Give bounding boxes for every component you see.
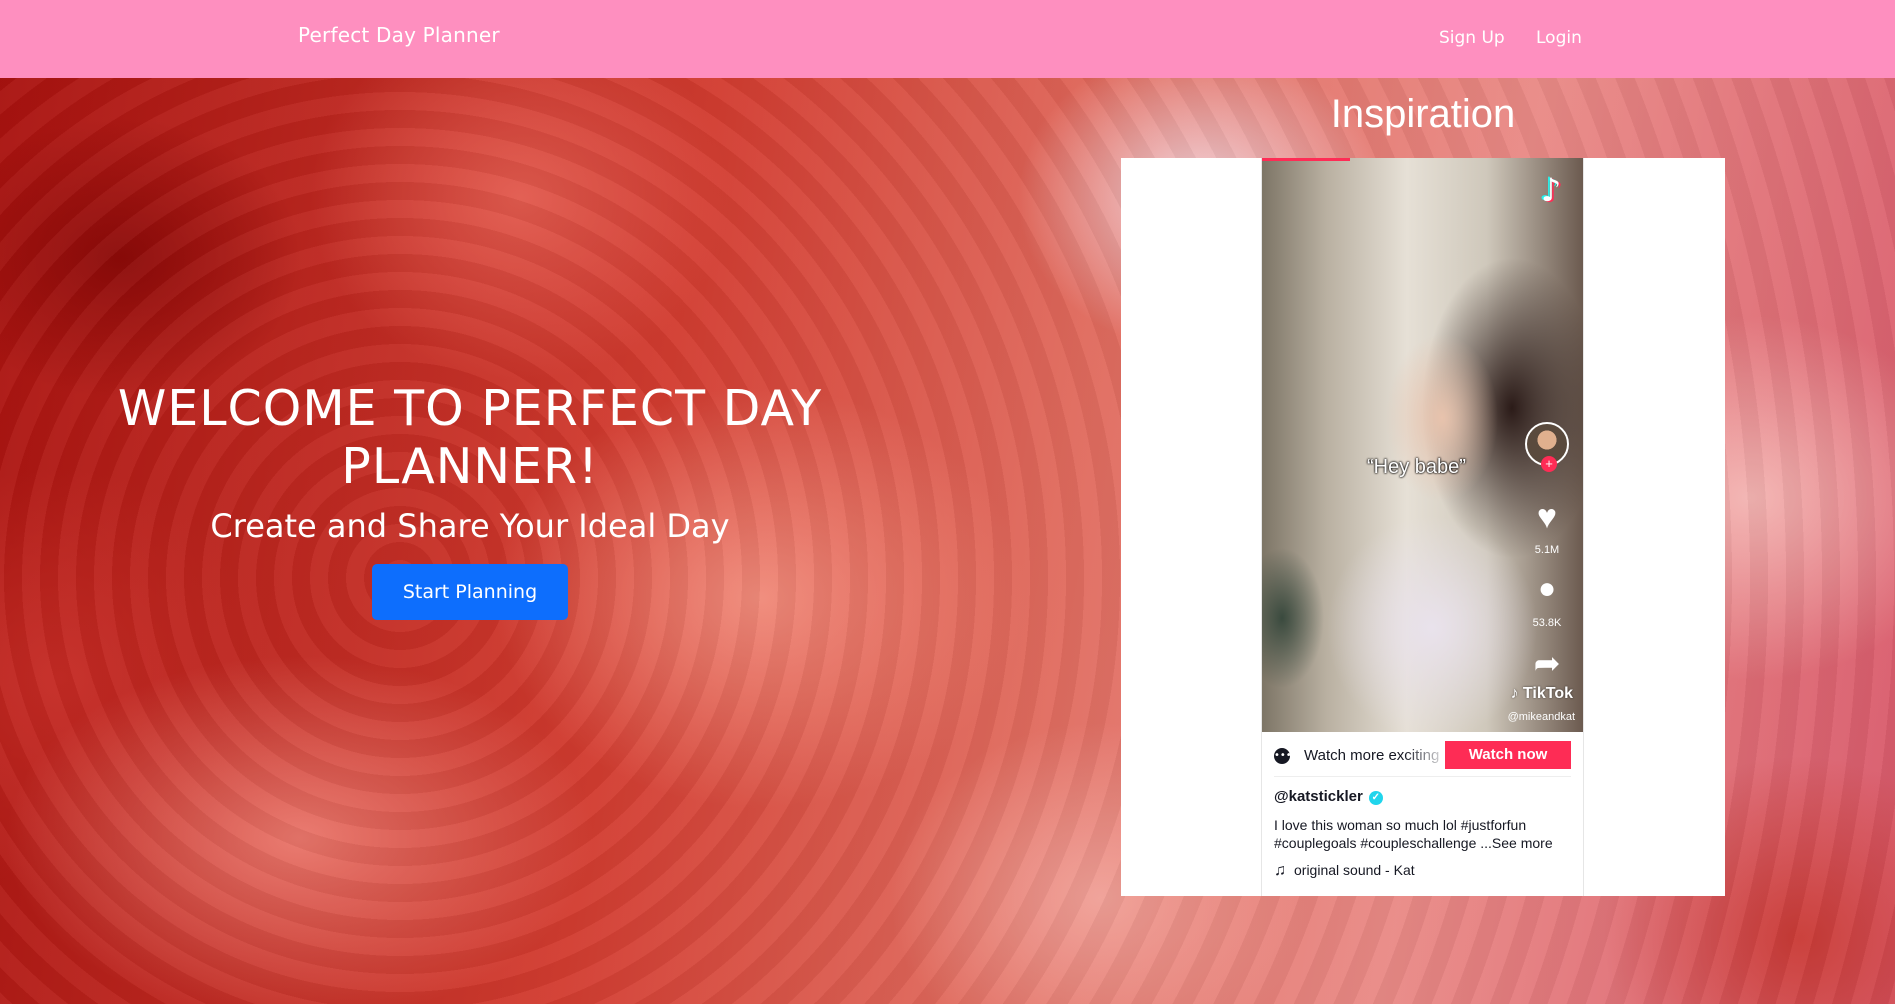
username-text[interactable]: @katstickler: [1274, 788, 1363, 805]
share-icon[interactable]: ➦: [1525, 646, 1569, 680]
comment-icon[interactable]: ●: [1525, 572, 1569, 606]
tiktok-watermark: ♪ TikTok: [1510, 685, 1573, 703]
text-fade: [1404, 744, 1449, 770]
verified-badge-icon: ✓: [1368, 791, 1383, 805]
watermark-text: TikTok: [1522, 685, 1573, 702]
music-note-icon: ♫: [1274, 862, 1286, 879]
watch-more-bar: ••• Watch more exciting Watch now: [1274, 738, 1571, 777]
tiktok-card: ♪ “Hey babe” + ♥ 5.1M ● 53.8K ➦ ♪ TikTok…: [1261, 158, 1584, 896]
creator-username[interactable]: @katstickler ✓: [1274, 788, 1383, 805]
sound-text[interactable]: original sound - Kat: [1294, 862, 1415, 878]
creator-avatar[interactable]: +: [1525, 422, 1569, 472]
hero-section: WELCOME TO PERFECT DAY PLANNER! Create a…: [90, 380, 850, 620]
watermark-handle: @mikeandkat: [1507, 711, 1575, 723]
comments-count: 53.8K: [1532, 617, 1562, 629]
chat-bubble-icon: •••: [1274, 748, 1292, 764]
heart-icon[interactable]: ♥: [1525, 500, 1569, 534]
signup-link[interactable]: Sign Up: [1439, 28, 1505, 48]
likes-count: 5.1M: [1534, 544, 1560, 556]
hero-subtitle: Create and Share Your Ideal Day: [210, 507, 730, 545]
hero-title: WELCOME TO PERFECT DAY PLANNER!: [117, 380, 823, 495]
follow-plus-icon[interactable]: +: [1541, 456, 1557, 472]
tiktok-embed: ♪ “Hey babe” + ♥ 5.1M ● 53.8K ➦ ♪ TikTok…: [1121, 158, 1725, 896]
video-caption: “Hey babe”: [1367, 456, 1466, 478]
tiktok-note-icon: ♪: [1510, 685, 1519, 702]
start-planning-button[interactable]: Start Planning: [371, 564, 569, 620]
watch-now-button[interactable]: Watch now: [1445, 741, 1571, 769]
tiktok-logo-icon[interactable]: ♪: [1533, 170, 1569, 210]
video-progress-bar: [1262, 158, 1350, 161]
inspiration-heading: Inspiration: [1330, 92, 1516, 136]
brand-link[interactable]: Perfect Day Planner: [298, 23, 500, 47]
sound-link[interactable]: ♫ original sound - Kat: [1274, 862, 1415, 880]
navbar: Perfect Day Planner Sign Up Login: [0, 0, 1895, 78]
video-description: I love this woman so much lol #justforfu…: [1274, 817, 1553, 851]
login-link[interactable]: Login: [1536, 28, 1582, 48]
tiktok-video[interactable]: ♪ “Hey babe” + ♥ 5.1M ● 53.8K ➦ ♪ TikTok…: [1262, 158, 1583, 732]
